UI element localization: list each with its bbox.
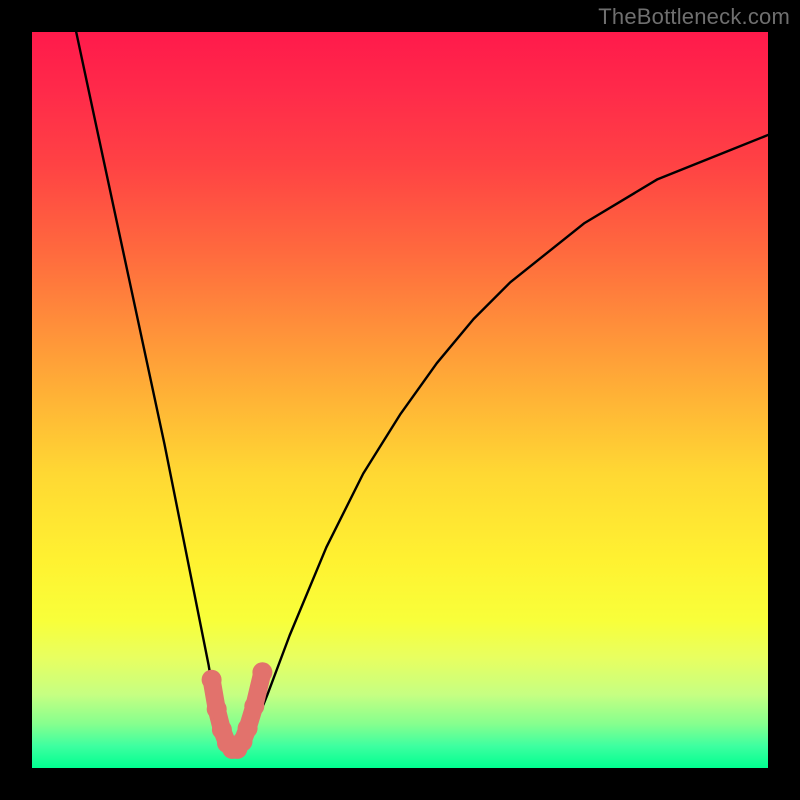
highlight-dot [238, 718, 258, 738]
highlight-dot [252, 662, 272, 682]
highlight-dot [207, 699, 227, 719]
valley-highlight-dots [202, 662, 273, 759]
bottleneck-curve [76, 32, 768, 753]
chart-overlay [32, 32, 768, 768]
chart-frame: TheBottleneck.com [0, 0, 800, 800]
watermark-text: TheBottleneck.com [598, 4, 790, 30]
plot-area [32, 32, 768, 768]
highlight-dot [202, 670, 222, 690]
highlight-dot [244, 696, 264, 716]
